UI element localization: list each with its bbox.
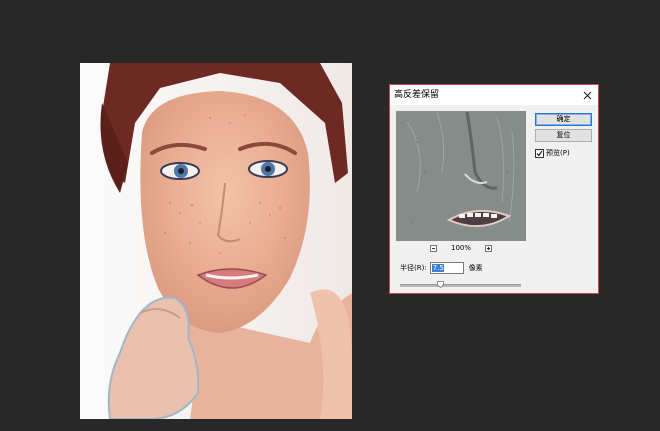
reset-button[interactable]: 复位 — [535, 129, 592, 142]
portrait-photo — [80, 63, 352, 419]
ok-button[interactable]: 确定 — [535, 113, 592, 126]
close-button[interactable] — [580, 88, 594, 102]
preview-image — [397, 112, 525, 240]
unit-label: 像素 — [468, 264, 483, 272]
slider-track[interactable] — [400, 284, 521, 287]
radius-label: 半径(R): — [400, 264, 427, 272]
checkmark-icon — [536, 150, 543, 156]
preview-checkbox[interactable]: 预览(P) — [535, 148, 570, 158]
document-canvas[interactable] — [80, 63, 352, 419]
radius-row: 半径(R): 7.5 像素 — [400, 262, 483, 274]
zoom-out-button[interactable] — [429, 244, 437, 252]
radius-value: 7.5 — [431, 264, 444, 272]
close-icon — [583, 91, 591, 99]
preview-checkbox-label: 预览(P) — [546, 149, 570, 157]
slider-thumb[interactable] — [437, 281, 444, 289]
radius-input[interactable]: 7.5 — [429, 262, 464, 274]
zoom-controls: 100% — [396, 243, 526, 253]
filter-preview[interactable] — [396, 111, 526, 241]
photoshop-workspace: 高反差保留 确定 复位 预览(P) 100% 半径(R): 7.5 像素 — [0, 0, 660, 431]
preview-checkbox-box[interactable] — [535, 148, 544, 158]
plus-icon — [487, 246, 490, 250]
minus-icon — [431, 247, 435, 249]
radius-slider[interactable] — [400, 281, 521, 289]
dialog-title: 高反差保留 — [394, 90, 440, 100]
dialog-titlebar[interactable]: 高反差保留 — [390, 85, 598, 105]
zoom-level: 100% — [450, 243, 471, 252]
slider-thumb-icon — [437, 281, 444, 289]
high-pass-dialog: 高反差保留 确定 复位 预览(P) 100% 半径(R): 7.5 像素 — [389, 84, 599, 294]
zoom-in-button[interactable] — [485, 244, 492, 252]
